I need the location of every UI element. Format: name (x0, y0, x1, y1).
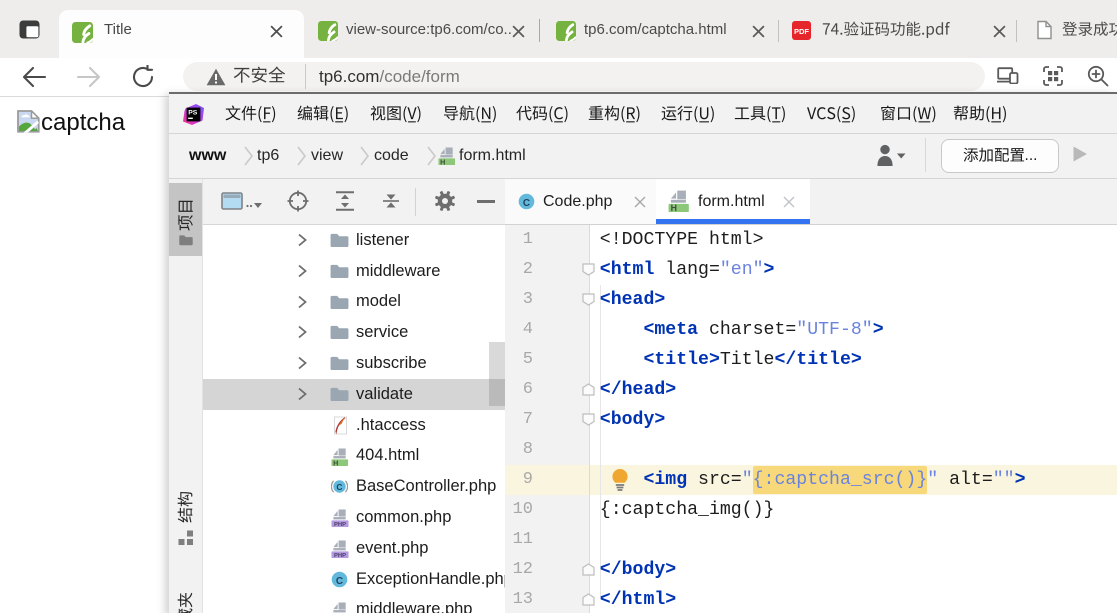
svg-text:PHP: PHP (334, 522, 346, 527)
svg-text:H: H (333, 458, 338, 466)
svg-text:PS: PS (188, 109, 198, 116)
svg-text:H: H (440, 157, 445, 165)
svg-text:PHP: PHP (334, 553, 346, 558)
svg-text:C: C (523, 198, 530, 209)
svg-text:C: C (336, 482, 342, 492)
svg-text:PDF: PDF (794, 27, 809, 36)
svg-text:C: C (336, 576, 343, 587)
svg-text:H: H (671, 203, 677, 212)
